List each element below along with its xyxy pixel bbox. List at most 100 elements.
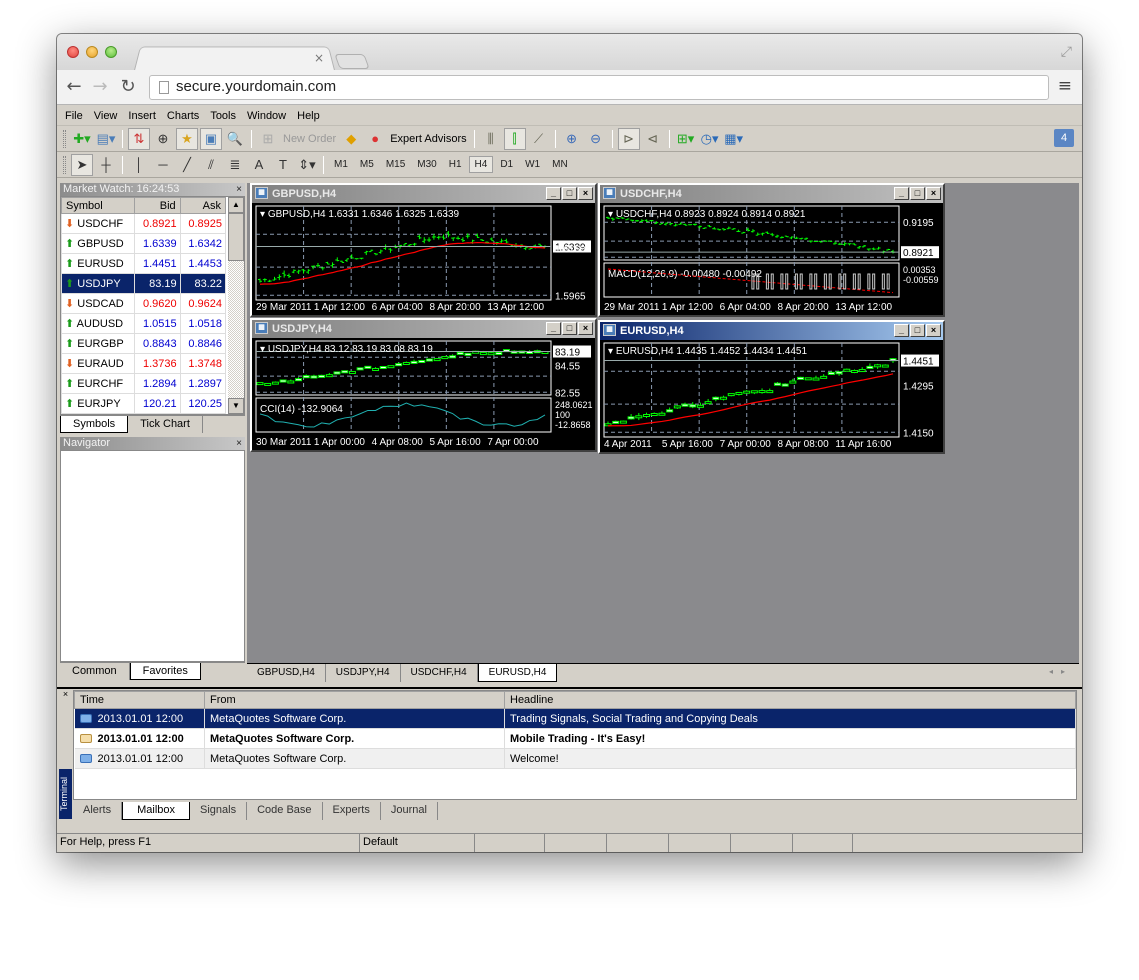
address-bar[interactable]: secure.yourdomain.com [149,75,1049,100]
tab-journal[interactable]: Journal [381,802,438,820]
fullscreen-icon[interactable]: ⤢ [1061,44,1072,60]
terminal-icon[interactable]: ▣ [200,127,222,150]
crosshair-icon[interactable]: ┼ [95,154,117,176]
chart-tab-eurusd[interactable]: EURUSD,H4 [477,664,558,682]
chart-tab-usdchf[interactable]: USDCHF,H4 [401,664,478,682]
maximize-icon[interactable]: □ [910,324,925,337]
col-ask[interactable]: Ask [179,197,227,214]
templates-icon[interactable]: ▦▾ [723,128,745,150]
vertical-line-icon[interactable]: │ [128,154,150,176]
tab-code-base[interactable]: Code Base [247,802,323,820]
menu-window[interactable]: Window [245,110,295,122]
market-watch-row[interactable]: ⬆ GBPUSD 1.6339 1.6342 [60,233,227,254]
mail-row[interactable]: 2013.01.01 12:00 MetaQuotes Software Cor… [74,748,1076,769]
market-watch-row[interactable]: ⬆ AUDUSD 1.0515 1.0518 [60,313,227,334]
timeframe-h4[interactable]: H4 [468,156,494,173]
tab-tick-chart[interactable]: Tick Chart [128,416,203,433]
navigator-icon[interactable]: ★ [176,127,198,150]
mail-row[interactable]: 2013.01.01 12:00 MetaQuotes Software Cor… [74,708,1076,729]
tab-close-icon[interactable]: × [314,51,324,65]
chart-window-titlebar[interactable]: ▦ EURUSD,H4 _ □ × [600,322,943,340]
maximize-icon[interactable]: □ [562,187,577,200]
zoom-in-icon[interactable]: ⊕ [561,128,583,150]
col-from[interactable]: From [204,691,505,709]
market-watch-row[interactable]: ⬇ EURAUD 1.3736 1.3748 [60,353,227,374]
tab-mailbox[interactable]: Mailbox [122,802,191,820]
minimize-icon[interactable]: _ [894,324,909,337]
close-window-button[interactable] [67,46,79,58]
horizontal-line-icon[interactable]: ─ [152,154,174,176]
col-symbol[interactable]: Symbol [60,197,136,214]
maximize-icon[interactable]: □ [910,187,925,200]
text-label-icon[interactable]: T [272,154,294,176]
market-watch-row[interactable]: ⬇ USDCAD 0.9620 0.9624 [60,293,227,314]
toolbar-grip[interactable] [63,155,66,174]
market-watch-icon[interactable]: ⇅ [128,127,150,150]
chart-tab-gbpusd[interactable]: GBPUSD,H4 [247,664,326,682]
indicators-icon[interactable]: ⊞▾ [675,128,697,150]
minimize-icon[interactable]: _ [546,187,561,200]
close-icon[interactable]: × [578,322,593,335]
close-icon[interactable]: × [578,187,593,200]
chart-canvas[interactable]: 1.63391.61601.5965▾ GBPUSD,H4 1.6331 1.6… [252,203,595,315]
market-watch-row[interactable]: ⬇ USDCHF 0.8921 0.8925 [60,213,227,234]
new-order-button[interactable]: New Order [280,133,339,145]
mail-row[interactable]: 2013.01.01 12:00 MetaQuotes Software Cor… [74,728,1076,749]
data-window-icon[interactable]: ⊕ [152,128,174,150]
reload-icon[interactable]: ↻ [117,76,139,97]
market-watch-row[interactable]: ⬆ EURGBP 0.8843 0.8846 [60,333,227,354]
menu-file[interactable]: File [63,110,92,122]
col-time[interactable]: Time [74,691,205,709]
market-watch-scrollbar[interactable]: ▲ ▼ [228,197,244,414]
market-watch-row[interactable]: ⬆ USDJPY 83.19 83.22 [60,273,227,294]
chart-window-titlebar[interactable]: ▦ GBPUSD,H4 _ □ × [252,185,595,203]
close-icon[interactable]: × [926,324,941,337]
chart-window[interactable]: ▦ USDJPY,H4 _ □ × 83.19 84.55 82.55 ▾ USDJPY,H4 … [250,318,597,452]
menu-help[interactable]: Help [295,110,329,122]
tab-scroll-arrows-icon[interactable]: ◂▸ [1049,667,1073,676]
minimize-icon[interactable]: _ [546,322,561,335]
menu-view[interactable]: View [92,110,127,122]
cursor-icon[interactable]: ➤ [71,153,93,176]
scroll-thumb[interactable] [228,213,244,261]
timeframe-w1[interactable]: W1 [520,157,545,172]
scroll-down-icon[interactable]: ▼ [228,398,244,414]
minimize-window-button[interactable] [86,46,98,58]
browser-menu-icon[interactable]: ≡ [1058,76,1072,96]
tab-signals[interactable]: Signals [190,802,248,820]
browser-tab[interactable] [133,46,336,72]
periods-icon[interactable]: ◷▾ [699,128,721,150]
arrows-icon[interactable]: ⇕▾ [296,154,318,176]
timeframe-m15[interactable]: M15 [381,157,410,172]
zoom-out-icon[interactable]: ⊖ [585,128,607,150]
timeframe-d1[interactable]: D1 [495,157,518,172]
menu-tools[interactable]: Tools [208,110,245,122]
notification-badge[interactable]: 4 [1054,129,1074,147]
profiles-icon[interactable]: ▤▾ [95,128,117,150]
timeframe-mn[interactable]: MN [547,157,573,172]
close-icon[interactable]: × [236,183,242,196]
toolbar-grip[interactable] [63,129,66,148]
fibonacci-icon[interactable]: ≣ [224,154,246,176]
tab-experts[interactable]: Experts [323,802,381,820]
forward-icon[interactable]: → [89,76,111,97]
chart-canvas[interactable]: 0.8921 0.9195 ▾ USDCHF,H4 0.8923 0.8924 0.… [600,203,943,315]
market-watch-row[interactable]: ⬆ EURJPY 120.21 120.25 [60,393,227,414]
chart-window[interactable]: ▦ EURUSD,H4 _ □ × 1.4451 1.4295 1.4150 ▾ EURUSD,… [598,320,945,454]
chart-tab-usdjpy[interactable]: USDJPY,H4 [326,664,401,682]
timeframe-m1[interactable]: M1 [329,157,353,172]
auto-scroll-icon[interactable]: ⊳ [617,127,640,150]
text-icon[interactable]: A [248,154,270,176]
minimize-icon[interactable]: _ [894,187,909,200]
market-watch-row[interactable]: ⬆ EURCHF 1.2894 1.2897 [60,373,227,394]
equidistant-channel-icon[interactable]: ⫽ [200,154,222,176]
chart-shift-icon[interactable]: ⊲ [642,128,664,150]
autotrading-warning-icon[interactable]: ◆ [340,128,362,150]
new-tab-button[interactable] [334,54,370,69]
menu-insert[interactable]: Insert [126,110,165,122]
back-icon[interactable]: ← [63,76,85,97]
chart-window[interactable]: ▦ USDCHF,H4 _ □ × 0.8921 0.9195 ▾ USDCHF,H4 0.8… [598,183,945,317]
menu-charts[interactable]: Charts [165,110,208,122]
scroll-up-icon[interactable]: ▲ [228,197,244,213]
chart-window-titlebar[interactable]: ▦ USDJPY,H4 _ □ × [252,320,595,338]
